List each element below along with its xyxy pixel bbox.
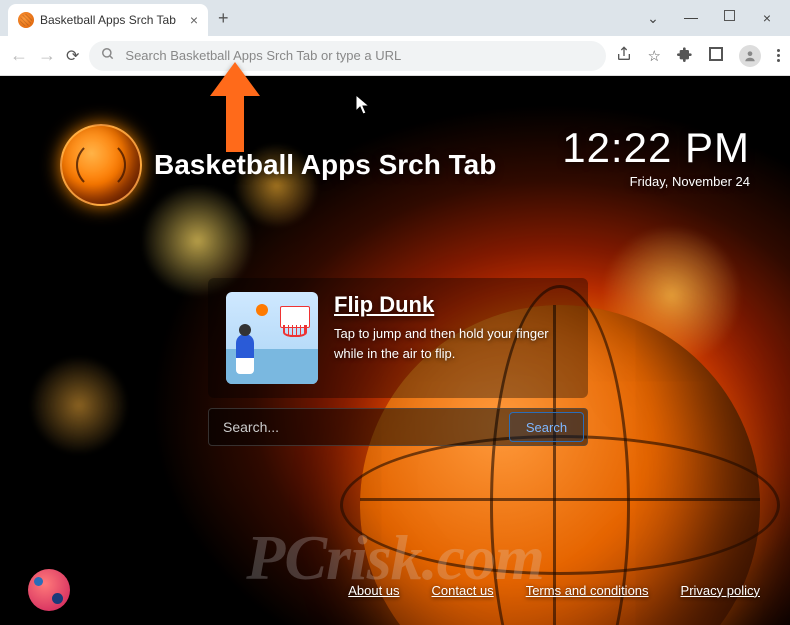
share-icon[interactable] [616,46,632,66]
search-icon [101,47,115,64]
footer-link-about[interactable]: About us [348,583,399,598]
footer-link-contact[interactable]: Contact us [432,583,494,598]
address-bar[interactable]: Search Basketball Apps Srch Tab or type … [89,41,605,71]
extensions-puzzle-icon[interactable] [677,46,693,66]
window-titlebar: Basketball Apps Srch Tab × + ⌄ × [0,0,790,36]
search-bar: Search [208,408,588,446]
search-input[interactable] [209,409,506,445]
promo-title[interactable]: Flip Dunk [334,292,570,318]
maximize-icon[interactable] [722,10,736,27]
basketball-logo-icon [60,124,142,206]
clock-time: 12:22 PM [562,124,750,172]
close-window-icon[interactable]: × [760,10,774,27]
promo-thumbnail [226,292,318,384]
profile-avatar-icon[interactable] [739,45,761,67]
app-logo-block: Basketball Apps Srch Tab [60,124,496,206]
bookmark-star-icon[interactable]: ☆ [648,47,661,65]
menu-dots-icon[interactable] [777,49,780,62]
chevron-down-icon[interactable]: ⌄ [646,10,660,27]
ball-icon [256,304,268,316]
browser-toolbar: ← → ⟳ Search Basketball Apps Srch Tab or… [0,36,790,76]
new-tab-button[interactable]: + [218,8,229,29]
tab-title: Basketball Apps Srch Tab [40,13,184,27]
footer-logo-icon[interactable] [28,569,70,611]
footer-link-privacy[interactable]: Privacy policy [681,583,760,598]
browser-tab[interactable]: Basketball Apps Srch Tab × [8,4,208,36]
hoop-icon [280,306,310,328]
omnibox-placeholder: Search Basketball Apps Srch Tab or type … [125,48,401,63]
forward-icon[interactable]: → [38,45,56,66]
back-icon[interactable]: ← [10,45,28,66]
reload-icon[interactable]: ⟳ [66,46,79,66]
search-button[interactable]: Search [509,412,584,442]
close-tab-icon[interactable]: × [190,12,198,28]
page-content: Basketball Apps Srch Tab 12:22 PM Friday… [0,76,790,625]
footer: About us Contact us Terms and conditions… [0,569,790,611]
promo-description: Tap to jump and then hold your finger wh… [334,324,570,363]
footer-link-terms[interactable]: Terms and conditions [526,583,649,598]
clock-date: Friday, November 24 [562,174,750,189]
side-panel-icon[interactable] [709,47,723,65]
app-title: Basketball Apps Srch Tab [154,149,496,181]
player-icon [236,334,254,374]
basketball-favicon-icon [18,12,34,28]
minimize-icon[interactable] [684,18,698,19]
promo-card[interactable]: Flip Dunk Tap to jump and then hold your… [208,278,588,398]
